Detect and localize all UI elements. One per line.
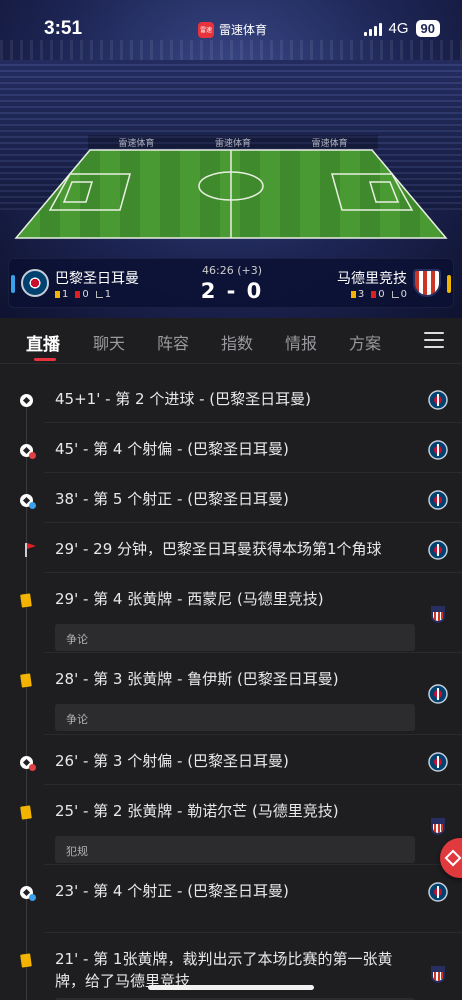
shot-on-target-icon	[18, 884, 36, 901]
tab-plans[interactable]: 方案	[349, 330, 381, 354]
away-accent	[447, 275, 451, 293]
live-event-feed[interactable]: 45+1' - 第 2 个进球 - (巴黎圣日耳曼) 45' - 第 4 个射偏 …	[0, 364, 462, 1000]
away-red-cards: 0	[371, 289, 385, 300]
yellow-card-icon	[18, 804, 34, 820]
corner-flag-icon	[18, 542, 34, 558]
event-text: 26' - 第 3 个射偏 - (巴黎圣日耳曼)	[55, 752, 289, 770]
red-card-icon	[371, 291, 377, 298]
match-tabs: 直播 聊天 阵容 指数 情报 方案	[0, 318, 462, 364]
app-badge: 雷速 雷速体育	[198, 21, 267, 38]
app-name: 雷速体育	[219, 23, 268, 37]
hamburger-menu-icon[interactable]	[424, 332, 444, 348]
psg-crest-icon	[428, 390, 448, 410]
event-row[interactable]: 25' - 第 2 张黄牌 - 勒诺尔芒 (马德里竞技) 犯规	[0, 776, 462, 865]
status-bar: 3:51 雷速 雷速体育 4G 90	[0, 0, 462, 56]
tab-odds[interactable]: 指数	[221, 330, 253, 354]
psg-crest-icon	[428, 684, 448, 704]
event-row[interactable]: 26' - 第 3 个射偏 - (巴黎圣日耳曼)	[0, 726, 462, 785]
status-time: 3:51	[44, 18, 83, 39]
active-tab-indicator	[34, 358, 56, 361]
atletico-crest-icon	[413, 269, 441, 297]
event-row[interactable]: 45' - 第 4 个射偏 - (巴黎圣日耳曼)	[0, 414, 462, 473]
match-live-page: 雷速体育 雷速体育 雷速体育 3:51 雷速 雷速体育 4G 90 巴黎圣日耳曼	[0, 0, 462, 1000]
ad-board-text: 雷速体育	[214, 138, 251, 149]
shot-on-target-icon	[18, 492, 36, 509]
event-text: 28' - 第 3 张黄牌 - 鲁伊斯 (巴黎圣日耳曼)	[55, 670, 339, 688]
event-text: 45' - 第 4 个射偏 - (巴黎圣日耳曼)	[55, 440, 289, 458]
tab-live[interactable]: 直播	[26, 330, 60, 355]
psg-crest-icon	[428, 540, 448, 560]
scoreboard[interactable]: 巴黎圣日耳曼 1 0 1 46:26 (+3) 2 - 0 马德里竞技 3 0 …	[8, 258, 454, 308]
atletico-crest-icon	[428, 816, 448, 836]
event-text: 45+1' - 第 2 个进球 - (巴黎圣日耳曼)	[55, 390, 312, 408]
event-row[interactable]: 28' - 第 3 张黄牌 - 鲁伊斯 (巴黎圣日耳曼) 争论	[0, 644, 462, 735]
goal-ball-icon	[18, 392, 34, 408]
event-text: 25' - 第 2 张黄牌 - 勒诺尔芒 (马德里竞技)	[55, 802, 339, 820]
tab-lineup[interactable]: 阵容	[157, 330, 189, 354]
tab-chat[interactable]: 聊天	[93, 330, 125, 354]
away-stats: 3 0 0	[350, 289, 407, 300]
psg-crest-icon	[428, 490, 448, 510]
yellow-card-icon	[18, 672, 34, 688]
event-row[interactable]: 29' - 第 4 张黄牌 - 西蒙尼 (马德里竞技) 争论	[0, 564, 462, 653]
tab-intel[interactable]: 情报	[285, 330, 317, 354]
psg-crest-icon	[428, 752, 448, 772]
atletico-crest-icon	[428, 604, 448, 624]
yellow-card-icon	[18, 952, 34, 968]
event-text: 23' - 第 4 个射正 - (巴黎圣日耳曼)	[55, 882, 289, 900]
event-row[interactable]: 29' - 29 分钟，巴黎圣日耳曼获得本场第1个角球	[0, 514, 462, 573]
away-yellow-cards: 3	[350, 289, 364, 300]
yellow-card-icon	[350, 291, 356, 298]
signal-icon	[363, 22, 382, 36]
psg-crest-icon	[428, 882, 448, 902]
football-pitch	[14, 149, 448, 239]
network-type: 4G	[388, 20, 409, 37]
event-text: 38' - 第 5 个射正 - (巴黎圣日耳曼)	[55, 490, 289, 508]
away-corners: 0	[391, 289, 407, 300]
event-text: 29' - 第 4 张黄牌 - 西蒙尼 (马德里竞技)	[55, 590, 324, 608]
ad-board-text: 雷速体育	[311, 138, 348, 149]
yellow-card-icon	[18, 592, 34, 608]
shot-off-target-icon	[18, 442, 36, 459]
event-row[interactable]: 38' - 第 5 个射正 - (巴黎圣日耳曼)	[0, 464, 462, 523]
shot-off-target-icon	[18, 754, 36, 771]
corner-icon	[391, 291, 399, 298]
event-row[interactable]: 23' - 第 4 个射正 - (巴黎圣日耳曼)	[0, 856, 462, 933]
battery-icon: 90	[415, 20, 440, 37]
atletico-crest-icon	[428, 964, 448, 984]
event-row[interactable]: 21' - 第 1张黄牌，裁判出示了本场比赛的第一张黄牌，给了马德里竞技犯规	[0, 924, 462, 1000]
event-row[interactable]: 45+1' - 第 2 个进球 - (巴黎圣日耳曼)	[0, 364, 462, 423]
ad-board: 雷速体育 雷速体育 雷速体育	[88, 135, 378, 149]
psg-crest-icon	[428, 440, 448, 460]
event-text: 29' - 29 分钟，巴黎圣日耳曼获得本场第1个角球	[55, 540, 382, 558]
app-logo-icon: 雷速	[198, 21, 214, 38]
home-indicator[interactable]	[148, 985, 314, 990]
ad-board-text: 雷速体育	[118, 138, 155, 149]
system-icons: 4G 90	[363, 20, 440, 37]
away-team-name: 马德里竞技	[337, 271, 407, 287]
stadium-header: 雷速体育 雷速体育 雷速体育 3:51 雷速 雷速体育 4G 90 巴黎圣日耳曼	[0, 0, 462, 318]
pencil-icon	[444, 849, 462, 867]
